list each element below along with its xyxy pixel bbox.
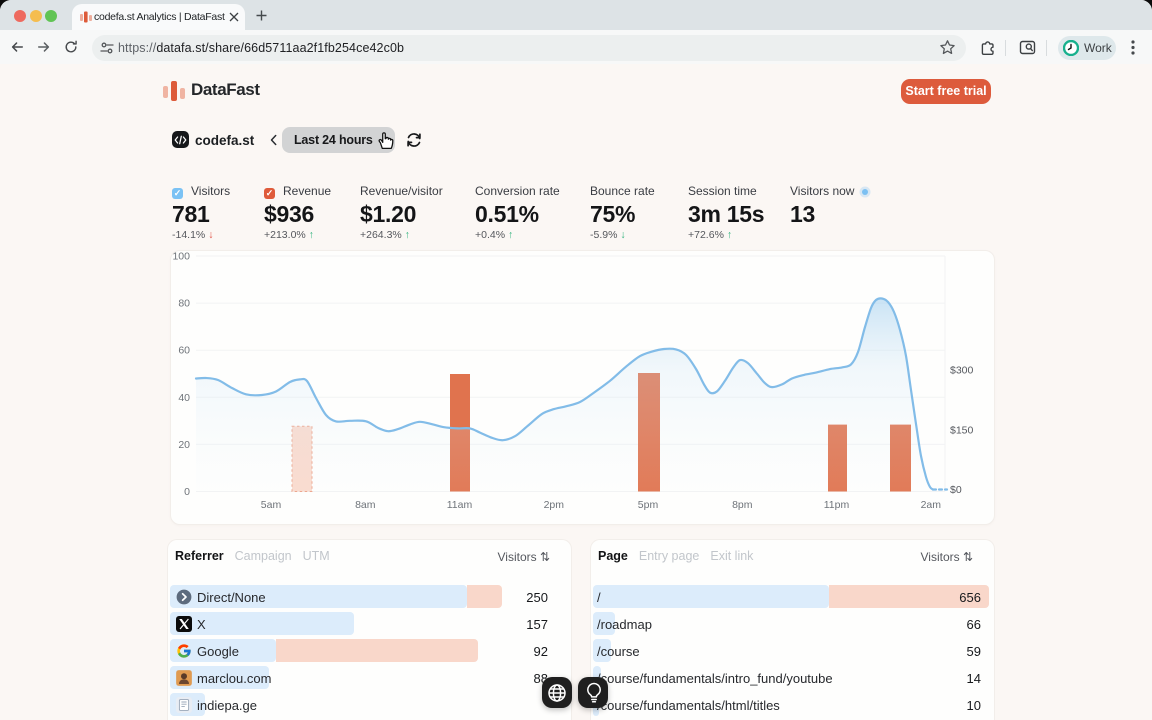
svg-text:0: 0 <box>184 486 190 498</box>
svg-text:$300: $300 <box>950 365 974 377</box>
svg-text:5am: 5am <box>261 499 282 511</box>
svg-text:$0: $0 <box>950 484 962 496</box>
svg-text:20: 20 <box>178 439 190 451</box>
svg-text:40: 40 <box>178 392 190 404</box>
svg-text:2pm: 2pm <box>544 499 565 511</box>
svg-text:8pm: 8pm <box>732 499 753 511</box>
svg-text:2am: 2am <box>921 499 942 511</box>
svg-text:80: 80 <box>178 298 190 310</box>
svg-text:5pm: 5pm <box>638 499 659 511</box>
svg-text:$150: $150 <box>950 425 974 437</box>
svg-text:8am: 8am <box>355 499 376 511</box>
svg-text:60: 60 <box>178 345 190 357</box>
svg-text:11am: 11am <box>447 499 473 511</box>
svg-text:100: 100 <box>172 251 190 263</box>
svg-text:11pm: 11pm <box>824 499 850 511</box>
